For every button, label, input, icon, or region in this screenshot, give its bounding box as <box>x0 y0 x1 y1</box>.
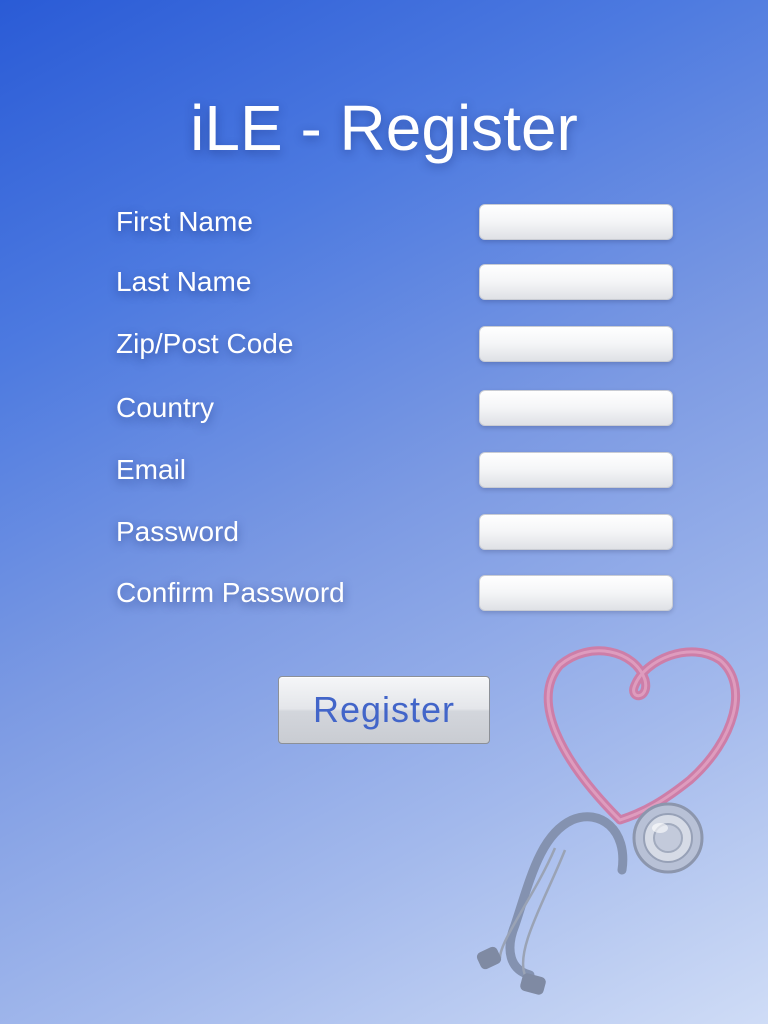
first-name-row: First Name <box>116 204 674 240</box>
email-field[interactable] <box>479 452 673 488</box>
zip-code-label: Zip/Post Code <box>116 328 294 359</box>
email-row: Email <box>116 452 674 488</box>
password-label: Password <box>116 516 239 547</box>
last-name-label: Last Name <box>116 266 252 297</box>
password-row: Password <box>116 514 674 550</box>
last-name-field[interactable] <box>479 264 673 300</box>
confirm-password-field[interactable] <box>479 575 673 611</box>
page-title: iLE - Register <box>190 92 578 164</box>
last-name-row: Last Name <box>116 264 674 300</box>
heart-stethoscope-icon <box>476 646 740 995</box>
zip-code-row: Zip/Post Code <box>116 326 674 362</box>
password-field[interactable] <box>479 514 673 550</box>
country-label: Country <box>116 392 215 423</box>
confirm-password-row: Confirm Password <box>116 575 674 611</box>
register-button[interactable]: Register <box>278 676 490 744</box>
country-row: Country <box>116 390 674 426</box>
zip-code-field[interactable] <box>479 326 673 362</box>
country-field[interactable] <box>479 390 673 426</box>
confirm-password-label: Confirm Password <box>116 577 345 608</box>
first-name-label: First Name <box>116 206 253 237</box>
email-label: Email <box>116 454 187 485</box>
first-name-field[interactable] <box>479 204 673 240</box>
